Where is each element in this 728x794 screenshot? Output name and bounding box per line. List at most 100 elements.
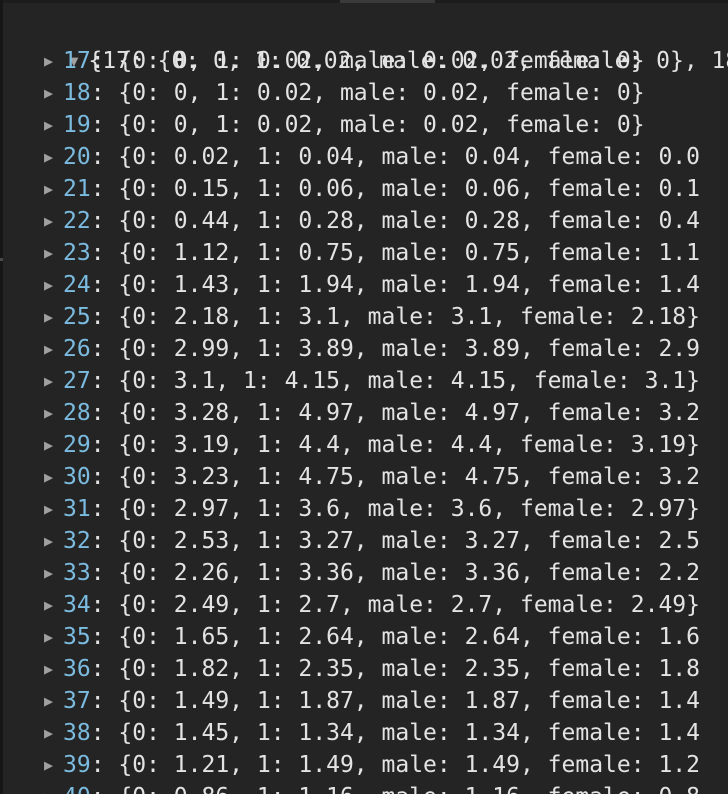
- entry-separator: :: [90, 592, 119, 618]
- object-entry-row[interactable]: ▶ 38: {0: 1.45, 1: 1.34, male: 1.34, fema…: [44, 717, 700, 749]
- object-entry-row[interactable]: ▶ 30: {0: 3.23, 1: 4.75, male: 4.75, fema…: [44, 461, 700, 493]
- object-entry-row[interactable]: ▶ 26: {0: 2.99, 1: 3.89, male: 3.89, fema…: [44, 333, 700, 365]
- gutter-rule: [0, 0, 3, 794]
- entry-value: {0: 1.65, 1: 2.64, male: 2.64, female: 1…: [118, 624, 700, 650]
- collapsed-triangle-icon[interactable]: ▶: [44, 365, 63, 397]
- entry-value: {0: 1.82, 1: 2.35, male: 2.35, female: 1…: [118, 656, 700, 682]
- object-entry-row[interactable]: ▶ 35: {0: 1.65, 1: 2.64, male: 2.64, fema…: [44, 621, 700, 653]
- entry-separator: :: [90, 144, 119, 170]
- entry-separator: :: [90, 688, 119, 714]
- collapsed-triangle-icon[interactable]: ▶: [44, 301, 63, 333]
- entry-key: 18: [63, 80, 91, 106]
- entry-key: 22: [63, 208, 91, 234]
- object-root-row[interactable]: ▼ {17: {0: 0, 1: 0.02, male: 0.02, female…: [14, 13, 728, 74]
- object-entry-row[interactable]: ▶ 23: {0: 1.12, 1: 0.75, male: 0.75, fema…: [44, 237, 700, 269]
- entry-key: 33: [63, 560, 91, 586]
- entry-separator: :: [90, 464, 119, 490]
- entry-value: {0: 2.97, 1: 3.6, male: 3.6, female: 2.9…: [118, 496, 700, 522]
- collapsed-triangle-icon[interactable]: ▶: [44, 653, 63, 685]
- entry-key: 28: [63, 400, 91, 426]
- collapsed-triangle-icon[interactable]: ▶: [44, 333, 63, 365]
- collapsed-triangle-icon[interactable]: ▶: [44, 525, 63, 557]
- entry-value: {0: 1.45, 1: 1.34, male: 1.34, female: 1…: [118, 720, 700, 746]
- object-entry-row[interactable]: ▶ 24: {0: 1.43, 1: 1.94, male: 1.94, fema…: [44, 269, 700, 301]
- collapsed-triangle-icon[interactable]: ▶: [44, 109, 63, 141]
- entry-key: 17: [63, 48, 91, 74]
- object-entry-row[interactable]: ▶ 28: {0: 3.28, 1: 4.97, male: 4.97, fema…: [44, 397, 700, 429]
- collapsed-triangle-icon[interactable]: ▶: [44, 749, 63, 781]
- entry-key: 25: [63, 304, 91, 330]
- object-entry-row[interactable]: ▶ 39: {0: 1.21, 1: 1.49, male: 1.49, fema…: [44, 749, 700, 781]
- entry-separator: :: [90, 48, 119, 74]
- object-entry-row[interactable]: ▶ 20: {0: 0.02, 1: 0.04, male: 0.04, fema…: [44, 141, 700, 173]
- object-entry-row[interactable]: ▶ 37: {0: 1.49, 1: 1.87, male: 1.87, fema…: [44, 685, 700, 717]
- object-entry-row[interactable]: ▶ 19: {0: 0, 1: 0.02, male: 0.02, female:…: [44, 109, 645, 141]
- collapsed-triangle-icon[interactable]: ▶: [44, 685, 63, 717]
- entry-separator: :: [90, 496, 119, 522]
- object-entry-row[interactable]: ▶ 21: {0: 0.15, 1: 0.06, male: 0.06, fema…: [44, 173, 700, 205]
- entry-separator: :: [90, 304, 119, 330]
- collapsed-triangle-icon[interactable]: ▶: [44, 269, 63, 301]
- collapsed-triangle-icon[interactable]: ▶: [44, 781, 63, 794]
- object-entry-row[interactable]: ▶40: {0: 0.86, 1: 1.16, male: 1.16, fema…: [44, 781, 700, 794]
- entry-separator: :: [90, 176, 119, 202]
- console-output: ▼ {17: {0: 0, 1: 0.02, male: 0.02, female…: [0, 0, 728, 794]
- entry-separator: :: [90, 208, 119, 234]
- entry-separator: :: [90, 560, 119, 586]
- entry-key: 38: [63, 720, 91, 746]
- collapsed-triangle-icon[interactable]: ▶: [44, 173, 63, 205]
- object-entry-row[interactable]: ▶ 29: {0: 3.19, 1: 4.4, male: 4.4, female…: [44, 429, 700, 461]
- collapsed-triangle-icon[interactable]: ▶: [44, 77, 63, 109]
- collapsed-triangle-icon[interactable]: ▶: [44, 461, 63, 493]
- gutter-mark: [0, 258, 3, 261]
- entry-value: {0: 1.21, 1: 1.49, male: 1.49, female: 1…: [118, 752, 700, 778]
- object-entry-row[interactable]: ▶ 17: {0: 0, 1: 0.02, male: 0.02, female:…: [44, 45, 645, 77]
- entry-key: 27: [63, 368, 91, 394]
- entry-value: {0: 2.49, 1: 2.7, male: 2.7, female: 2.4…: [118, 592, 700, 618]
- collapsed-triangle-icon[interactable]: ▶: [44, 45, 63, 77]
- collapsed-triangle-icon[interactable]: ▶: [44, 557, 63, 589]
- collapsed-triangle-icon[interactable]: ▶: [44, 717, 63, 749]
- entry-value: {0: 2.99, 1: 3.89, male: 3.89, female: 2…: [118, 336, 700, 362]
- entry-key: 30: [63, 464, 91, 490]
- entry-value: {0: 0.86, 1: 1.16, male: 1.16, female: 0…: [118, 784, 700, 794]
- object-entry-row[interactable]: ▶ 25: {0: 2.18, 1: 3.1, male: 3.1, female…: [44, 301, 700, 333]
- panel-top-tab: [340, 0, 435, 3]
- object-entry-row[interactable]: ▶ 36: {0: 1.82, 1: 2.35, male: 2.35, fema…: [44, 653, 700, 685]
- object-entry-row[interactable]: ▶ 31: {0: 2.97, 1: 3.6, male: 3.6, female…: [44, 493, 700, 525]
- object-entry-row[interactable]: ▶ 18: {0: 0, 1: 0.02, male: 0.02, female:…: [44, 77, 645, 109]
- object-entry-row[interactable]: ▶ 34: {0: 2.49, 1: 2.7, male: 2.7, female…: [44, 589, 700, 621]
- entry-separator: :: [90, 656, 119, 682]
- collapsed-triangle-icon[interactable]: ▶: [44, 589, 63, 621]
- entry-separator: :: [90, 272, 119, 298]
- entry-value: {0: 0, 1: 0.02, male: 0.02, female: 0}: [118, 80, 645, 106]
- entry-key: 21: [63, 176, 91, 202]
- collapsed-triangle-icon[interactable]: ▶: [44, 237, 63, 269]
- object-entry-row[interactable]: ▶ 32: {0: 2.53, 1: 3.27, male: 3.27, fema…: [44, 525, 700, 557]
- entry-value: {0: 1.12, 1: 0.75, male: 0.75, female: 1…: [118, 240, 700, 266]
- entry-key: 26: [63, 336, 91, 362]
- entry-key: 35: [63, 624, 91, 650]
- object-entry-row[interactable]: ▶ 27: {0: 3.1, 1: 4.15, male: 4.15, femal…: [44, 365, 700, 397]
- entry-value: {0: 2.18, 1: 3.1, male: 3.1, female: 2.1…: [118, 304, 700, 330]
- entry-separator: :: [90, 336, 119, 362]
- entry-separator: :: [90, 432, 119, 458]
- entry-key: 24: [63, 272, 91, 298]
- panel-top-edge: [0, 0, 728, 3]
- entry-value: {0: 3.19, 1: 4.4, male: 4.4, female: 3.1…: [118, 432, 700, 458]
- entry-value: {0: 2.26, 1: 3.36, male: 3.36, female: 2…: [118, 560, 700, 586]
- entry-separator: :: [90, 400, 119, 426]
- collapsed-triangle-icon[interactable]: ▶: [44, 141, 63, 173]
- entry-separator: :: [90, 528, 119, 554]
- object-entry-row[interactable]: ▶ 22: {0: 0.44, 1: 0.28, male: 0.28, fema…: [44, 205, 700, 237]
- collapsed-triangle-icon[interactable]: ▶: [44, 621, 63, 653]
- collapsed-triangle-icon[interactable]: ▶: [44, 493, 63, 525]
- entry-separator: :: [91, 784, 119, 794]
- collapsed-triangle-icon[interactable]: ▶: [44, 397, 63, 429]
- entry-value: {0: 3.28, 1: 4.97, male: 4.97, female: 3…: [118, 400, 700, 426]
- collapsed-triangle-icon[interactable]: ▶: [44, 205, 63, 237]
- collapsed-triangle-icon[interactable]: ▶: [44, 429, 63, 461]
- object-entry-row[interactable]: ▶ 33: {0: 2.26, 1: 3.36, male: 3.36, fema…: [44, 557, 700, 589]
- entry-key: 40: [63, 784, 91, 794]
- entry-key: 36: [63, 656, 91, 682]
